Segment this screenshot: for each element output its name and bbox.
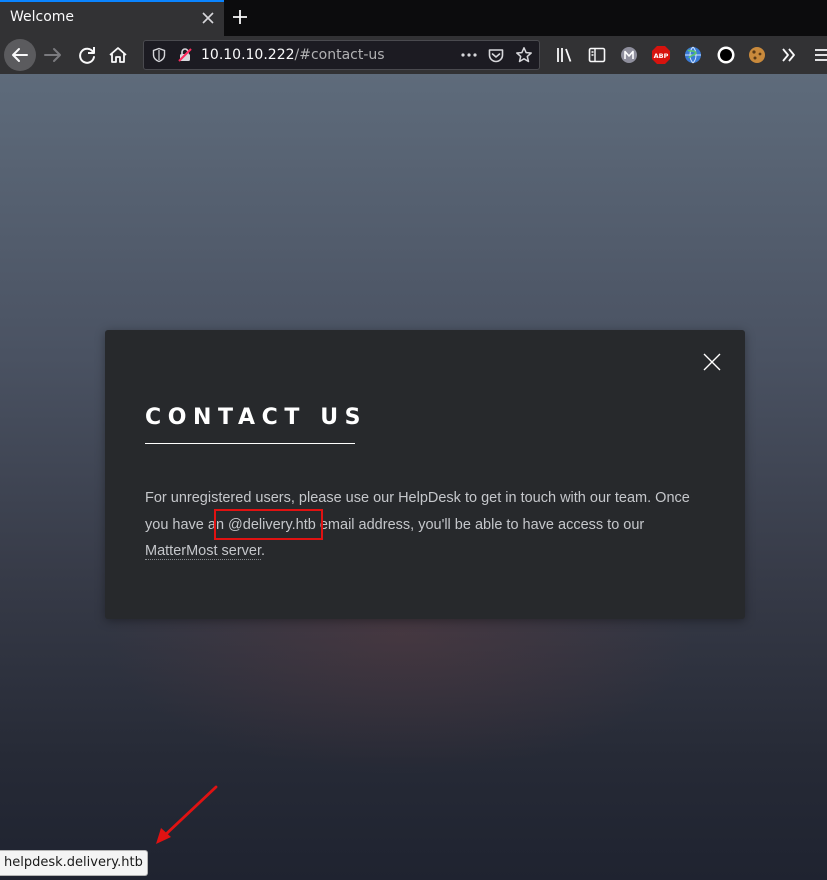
library-icon[interactable] [556,46,574,64]
overflow-chevron-icon[interactable] [780,46,798,64]
navigation-toolbar: 10.10.10.222/#contact-us ABP [0,36,827,74]
star-icon[interactable] [515,46,533,64]
record-icon[interactable] [716,45,736,65]
status-bar-link-preview: helpdesk.delivery.htb [0,850,148,876]
reload-button[interactable] [72,40,102,70]
tab-welcome[interactable]: Welcome [0,0,224,36]
home-icon [109,47,127,63]
pocket-icon[interactable] [487,47,505,65]
title-underline [145,443,355,444]
close-icon[interactable] [200,10,216,26]
back-button[interactable] [4,39,36,71]
annotation-arrow-icon [156,785,218,844]
url-text: 10.10.10.222/#contact-us [201,47,385,63]
back-arrow-icon [12,48,28,62]
forward-arrow-icon [44,48,61,62]
close-icon[interactable] [702,352,722,372]
abp-icon[interactable]: ABP [651,45,671,65]
plus-icon[interactable] [231,8,249,26]
email-highlight-box [214,509,323,540]
home-button[interactable] [103,40,133,70]
modal-title: CONTACT US [145,405,368,430]
shield-icon[interactable] [151,47,167,63]
page-content: CONTACT US For unregistered users, pleas… [0,74,827,880]
cookie-icon[interactable] [747,45,767,65]
forward-button[interactable] [38,40,68,70]
url-bar[interactable]: 10.10.10.222/#contact-us [143,40,540,70]
body-text-middle: email address, you'll be able to have ac… [315,516,645,533]
m-extension-icon[interactable] [620,46,638,64]
reload-icon [79,47,95,64]
sidebar-icon[interactable] [588,46,606,64]
tab-strip: Welcome [0,0,827,36]
body-text-end: . [261,543,266,559]
url-host: 10.10.10.222 [201,47,295,63]
globe-icon[interactable] [683,45,703,65]
svg-text:ABP: ABP [654,52,669,60]
insecure-lock-icon[interactable] [177,47,193,63]
contact-modal: CONTACT US For unregistered users, pleas… [105,330,745,619]
url-path: /#contact-us [294,47,385,63]
mattermost-link[interactable]: MatterMost server [145,543,262,560]
more-dots-icon[interactable] [460,48,478,62]
tab-title: Welcome [10,9,75,25]
hamburger-menu-icon[interactable] [814,46,827,64]
